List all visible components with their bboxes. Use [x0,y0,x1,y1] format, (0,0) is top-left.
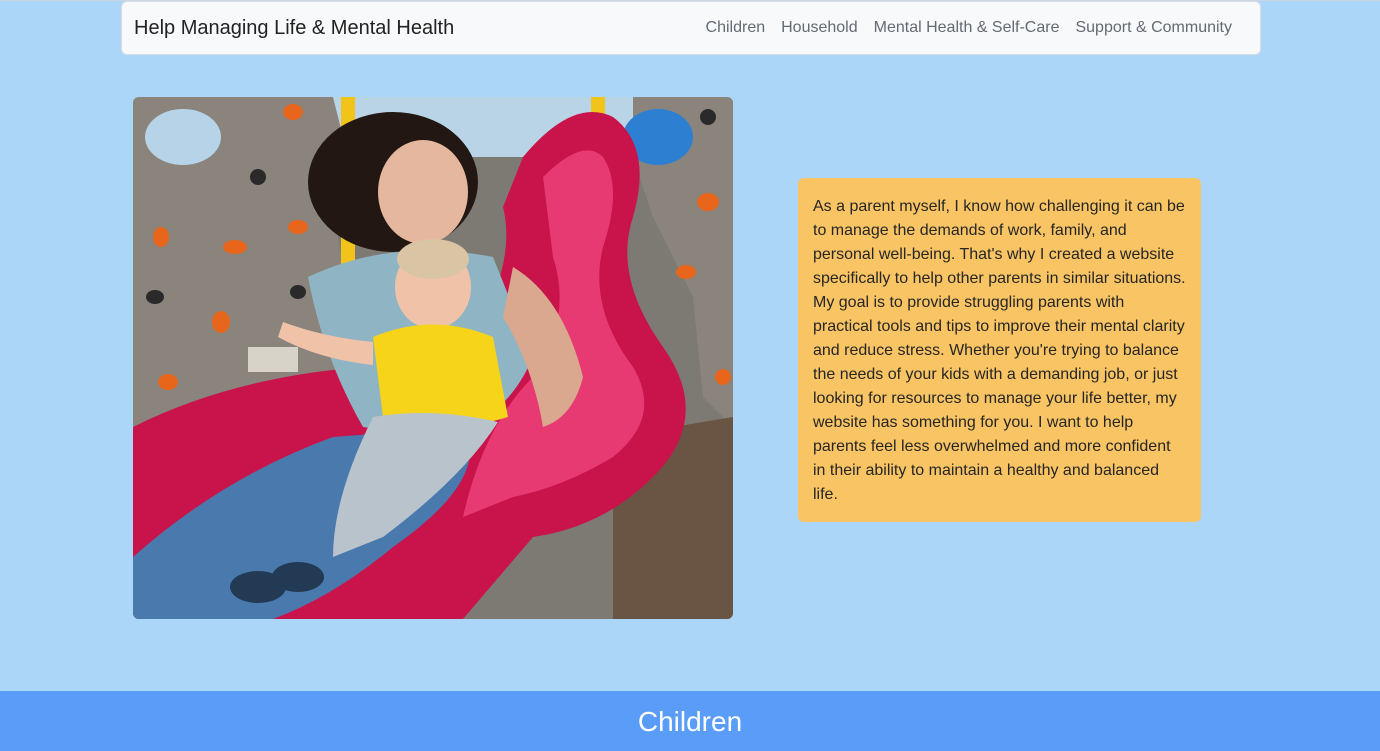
parent-child-slide-photo-icon [133,97,733,619]
nav-link-mental-health-self-care[interactable]: Mental Health & Self-Care [866,19,1068,37]
navbar: Help Managing Life & Mental Health Child… [121,1,1261,55]
intro-text-box: As a parent myself, I know how challengi… [798,178,1201,522]
nav-link-household[interactable]: Household [773,19,866,37]
children-section-band: Children [0,691,1380,751]
section-title: Children [637,706,743,737]
nav-link-children[interactable]: Children [698,19,774,37]
navbar-brand[interactable]: Help Managing Life & Mental Health [134,17,454,40]
nav-link-support-community[interactable]: Support & Community [1067,19,1240,37]
hero-photo [133,97,733,619]
nav-links: Children Household Mental Health & Self-… [698,19,1240,37]
